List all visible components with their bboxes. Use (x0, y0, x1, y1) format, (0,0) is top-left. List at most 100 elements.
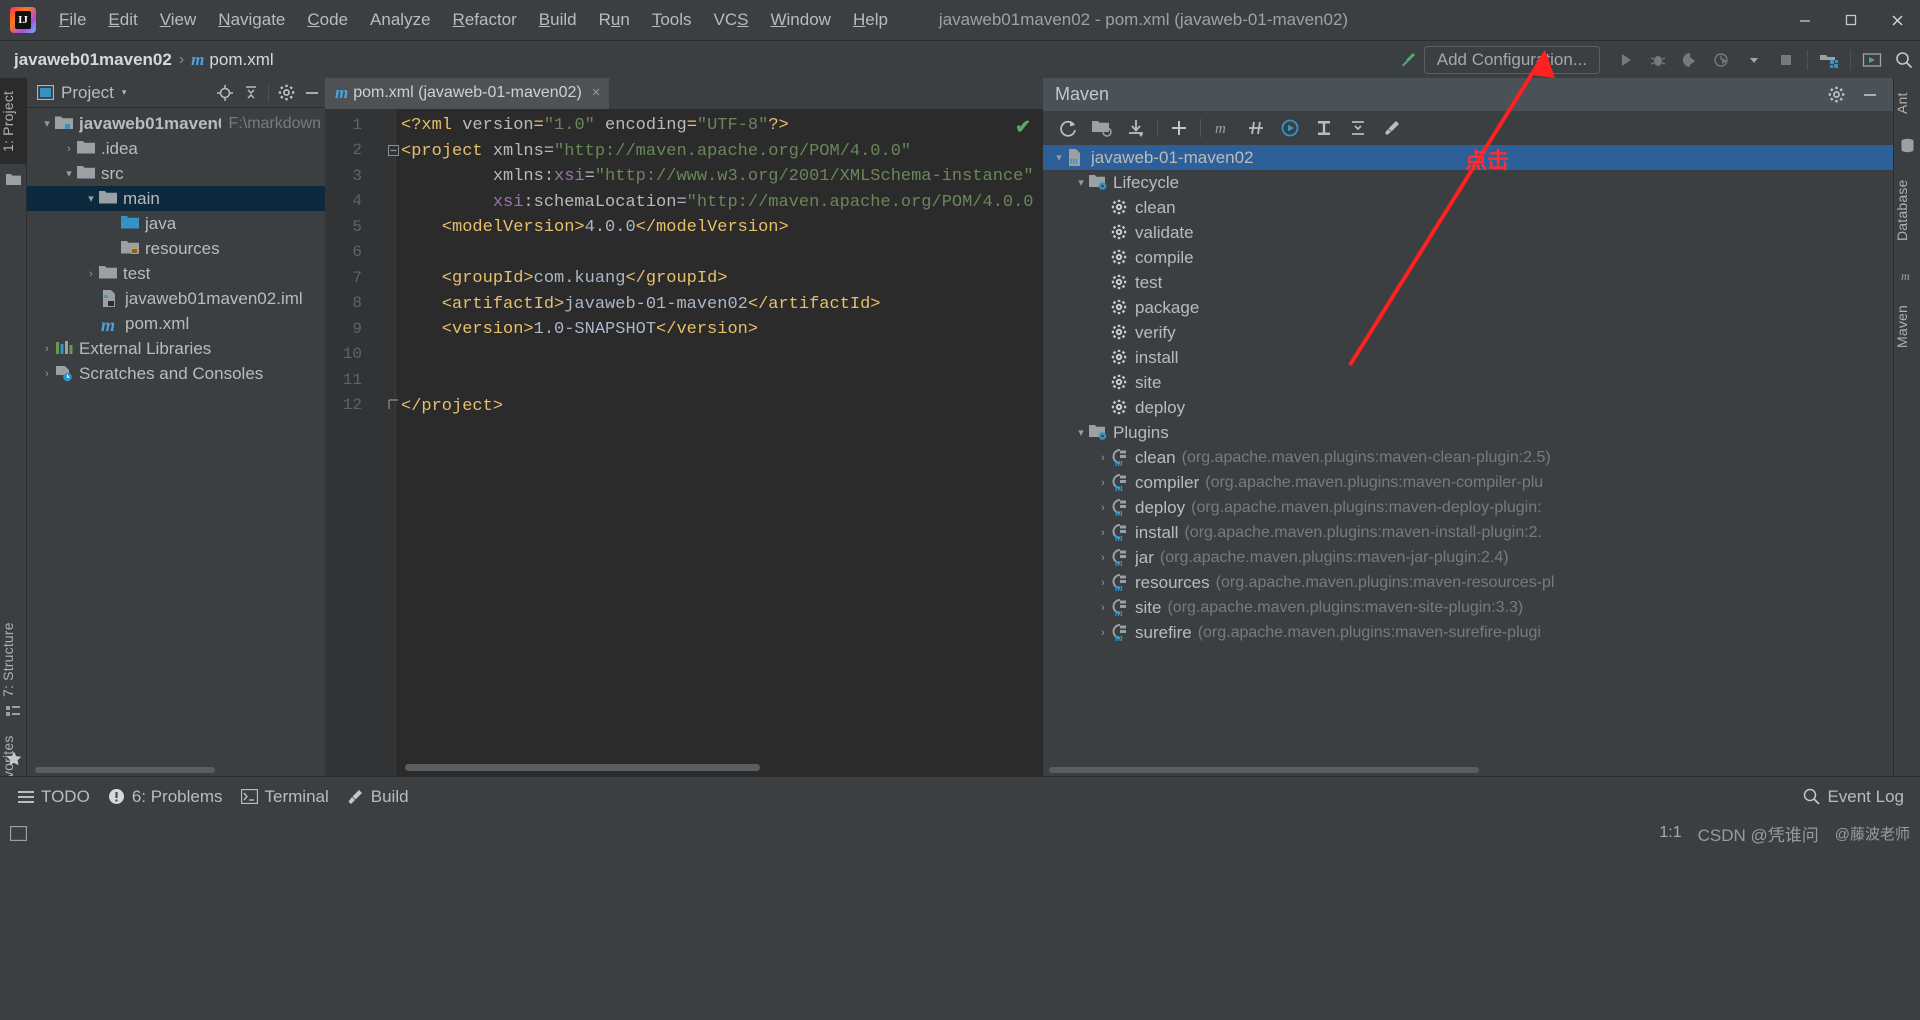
locate-target-icon[interactable] (212, 80, 238, 106)
maven-plugin-compiler[interactable]: › m compiler (org.apache.maven.plugins:m… (1043, 470, 1893, 495)
maven-goal-compile[interactable]: compile (1043, 245, 1893, 270)
execute-goal-icon[interactable] (1273, 113, 1307, 143)
sidebar-item-structure[interactable]: 7: Structure (0, 608, 27, 712)
close-button[interactable] (1874, 0, 1920, 40)
tree-row-main[interactable]: ▾ main (27, 186, 325, 211)
tree-row-iml-file[interactable]: javaweb01maven02.iml (27, 286, 325, 311)
run-maven-build-icon[interactable]: m (1205, 113, 1239, 143)
maven-goal-package[interactable]: package (1043, 295, 1893, 320)
chevron-down-icon[interactable]: ▾ (39, 117, 55, 130)
caret-position[interactable]: 1:1 (1659, 824, 1681, 842)
maximize-button[interactable] (1828, 0, 1874, 40)
gear-icon[interactable] (1819, 80, 1853, 110)
maven-plugin-install[interactable]: › m install (org.apache.maven.plugins:ma… (1043, 520, 1893, 545)
chevron-down-icon[interactable]: ▾ (1073, 176, 1089, 189)
chevron-right-icon[interactable]: › (39, 343, 55, 355)
menu-item-tools[interactable]: Tools (641, 7, 703, 33)
tree-row-project-root[interactable]: ▾ javaweb01maven02 F:\markdown (27, 111, 325, 136)
tree-row-external-libraries[interactable]: › External Libraries (27, 336, 325, 361)
chevron-right-icon[interactable]: › (1095, 452, 1111, 464)
maven-plugin-jar[interactable]: › m jar (org.apache.maven.plugins:maven-… (1043, 545, 1893, 570)
menu-item-edit[interactable]: Edit (97, 7, 148, 33)
tree-row-src[interactable]: ▾ src (27, 161, 325, 186)
menu-item-run[interactable]: Run (588, 7, 641, 33)
maven-plugin-surefire[interactable]: › m surefire (org.apache.maven.plugins:m… (1043, 620, 1893, 645)
menu-item-analyze[interactable]: Analyze (359, 7, 441, 33)
add-maven-project-icon[interactable] (1162, 113, 1196, 143)
reimport-icon[interactable] (1051, 113, 1085, 143)
download-sources-icon[interactable] (1119, 113, 1153, 143)
maven-plugin-resources[interactable]: › m resources (org.apache.maven.plugins:… (1043, 570, 1893, 595)
fold-end-icon[interactable] (388, 399, 399, 410)
sidebar-item-database[interactable]: Database (1894, 162, 1920, 258)
maven-plugin-clean[interactable]: › m clean (org.apache.maven.plugins:mave… (1043, 445, 1893, 470)
bottom-item-build[interactable]: Build (347, 787, 409, 807)
tree-row-scratches-and-consoles[interactable]: › Scratches and Consoles (27, 361, 325, 386)
menu-item-view[interactable]: View (149, 7, 208, 33)
chevron-right-icon[interactable]: › (1095, 602, 1111, 614)
bottom-item-todo[interactable]: TODO (18, 787, 90, 807)
menu-item-refactor[interactable]: Refactor (442, 7, 528, 33)
chevron-right-icon[interactable]: › (1095, 477, 1111, 489)
maven-tree-horizontal-scrollbar[interactable] (1049, 767, 1479, 773)
chevron-down-icon[interactable] (1738, 41, 1770, 79)
maven-tree-row-plugins[interactable]: ▾ Plugins (1043, 420, 1893, 445)
minimize-button[interactable] (1782, 0, 1828, 40)
update-icon[interactable] (1856, 41, 1888, 79)
profiler-icon[interactable] (1706, 41, 1738, 79)
chevron-right-icon[interactable]: › (1095, 552, 1111, 564)
event-log-button[interactable]: Event Log (1803, 787, 1904, 807)
search-everywhere-icon[interactable] (1888, 41, 1920, 79)
maven-goal-deploy[interactable]: deploy (1043, 395, 1893, 420)
hide-icon[interactable] (1853, 80, 1887, 110)
maven-goal-test[interactable]: test (1043, 270, 1893, 295)
maven-plugin-site[interactable]: › m site (org.apache.maven.plugins:maven… (1043, 595, 1893, 620)
tree-row-java[interactable]: java (27, 211, 325, 236)
chevron-right-icon[interactable]: › (1095, 502, 1111, 514)
chevron-down-icon[interactable]: ▾ (1051, 151, 1067, 164)
inspection-ok-icon[interactable]: ✔ (1015, 116, 1031, 139)
sidebar-item-ant[interactable]: Ant (1894, 82, 1920, 124)
menu-item-help[interactable]: Help (842, 7, 899, 33)
maven-goal-verify[interactable]: verify (1043, 320, 1893, 345)
run-with-coverage-icon[interactable] (1674, 41, 1706, 79)
tree-row-pom-xml[interactable]: m pom.xml (27, 311, 325, 336)
status-left-icon[interactable] (10, 825, 27, 841)
menu-item-code[interactable]: Code (296, 7, 359, 33)
project-tree[interactable]: ▾ javaweb01maven02 F:\markdown › .idea ▾ (27, 109, 325, 762)
stop-icon[interactable] (1770, 41, 1802, 79)
chevron-right-icon[interactable]: › (1095, 627, 1111, 639)
show-dependencies-icon[interactable] (1307, 113, 1341, 143)
chevron-right-icon[interactable]: › (83, 268, 99, 280)
gear-icon[interactable] (273, 80, 299, 106)
menu-item-navigate[interactable]: Navigate (207, 7, 296, 33)
folder-icon[interactable] (6, 172, 21, 187)
maven-goal-site[interactable]: site (1043, 370, 1893, 395)
sidebar-item-project[interactable]: 1: Project (0, 78, 27, 164)
run-icon[interactable] (1610, 41, 1642, 79)
project-tree-horizontal-scrollbar[interactable] (35, 767, 215, 773)
editor-gutter[interactable]: 1 2 3 4 5 6 7 8 9 10 11 12 (325, 109, 399, 776)
editor-tab-pom-xml[interactable]: m pom.xml (javaweb-01-maven02) × (325, 78, 609, 109)
tree-row-idea[interactable]: › .idea (27, 136, 325, 161)
collapse-all-icon[interactable] (238, 80, 264, 106)
toggle-offline-icon[interactable] (1239, 113, 1273, 143)
maven-tree[interactable]: ▾ m javaweb-01-maven02 ▾ Lifecycle clean (1043, 145, 1893, 762)
editor-horizontal-scrollbar[interactable] (405, 764, 760, 771)
maven-plugin-deploy[interactable]: › m deploy (org.apache.maven.plugins:mav… (1043, 495, 1893, 520)
star-icon[interactable] (5, 750, 23, 768)
close-icon[interactable]: × (592, 84, 601, 101)
chevron-right-icon[interactable]: › (1095, 527, 1111, 539)
bottom-item-terminal[interactable]: Terminal (240, 787, 329, 807)
chevron-down-icon[interactable]: ▾ (61, 167, 77, 180)
chevron-right-icon[interactable]: › (39, 368, 55, 380)
tree-row-resources[interactable]: resources (27, 236, 325, 261)
hide-icon[interactable] (299, 80, 325, 106)
maven-goal-install[interactable]: install (1043, 345, 1893, 370)
breadcrumb-project[interactable]: javaweb01maven02 (14, 50, 172, 70)
debug-icon[interactable] (1642, 41, 1674, 79)
project-structure-icon[interactable] (1813, 41, 1845, 79)
menu-item-build[interactable]: Build (528, 7, 588, 33)
generate-sources-icon[interactable] (1085, 113, 1119, 143)
menu-item-window[interactable]: Window (759, 7, 841, 33)
